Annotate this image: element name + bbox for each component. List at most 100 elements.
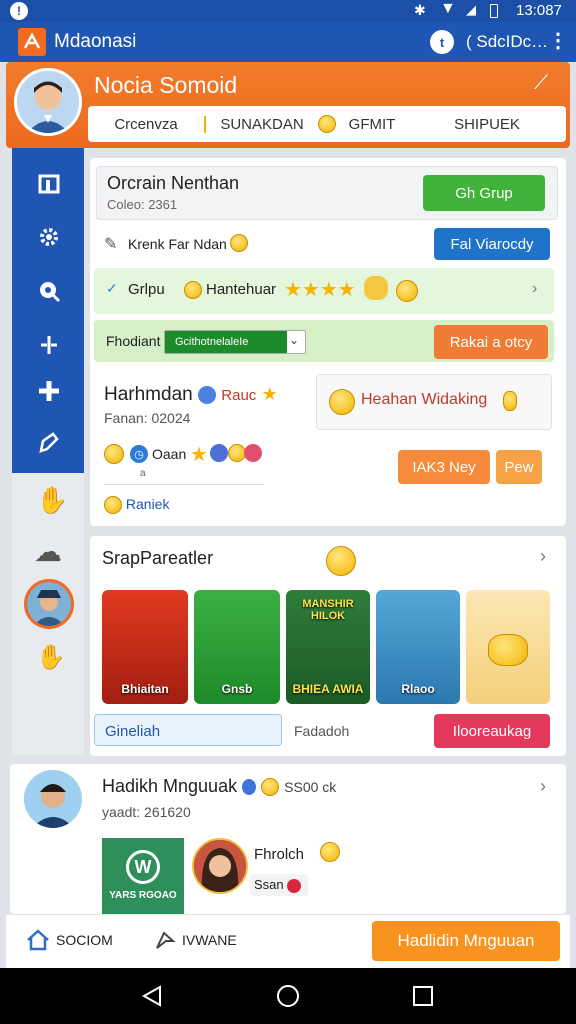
thumb-label: YARS RGOAO (109, 890, 177, 901)
divider (104, 484, 264, 485)
trophy-icon (364, 276, 388, 300)
get-group-button[interactable]: Gh Grup (423, 175, 545, 211)
group-card: Orcrain Nenthan Coleo: 2361 Gh Grup (96, 166, 558, 220)
coin-icon (104, 444, 124, 464)
callout-box[interactable]: Heahan Widaking (316, 374, 552, 430)
rewards-label-2: Hantehuar (206, 281, 277, 298)
sidebar-item-edit[interactable] (36, 430, 62, 456)
post-author: Hadikh Mnguuak SS00 ck (102, 776, 337, 797)
tile-top-label: MANSHIR HILOK (302, 598, 354, 622)
verified-icon (198, 385, 216, 404)
chevron-right-icon[interactable]: › (540, 546, 546, 567)
back-icon[interactable] (140, 984, 164, 1008)
game-tile-5[interactable] (466, 590, 550, 704)
overflow-menu-icon[interactable]: ⋮ (548, 28, 568, 53)
home-icon (27, 929, 49, 951)
member-chips: ◷ Oaan ★ (104, 442, 284, 468)
cta-button[interactable]: Hadlidin Mnguuan (372, 921, 560, 961)
appbar-right-label[interactable]: ( ЅdcIDc… (466, 32, 548, 52)
app-title: Mdaonasi (54, 31, 137, 52)
bottom-action-bar: SOCIOM IVWANE Hadlidin Mnguuan (6, 914, 570, 968)
share-tab[interactable]: IVWANE (154, 929, 237, 951)
select-dropdown[interactable]: GcithotnelaleIe ⌄ (164, 330, 306, 354)
coin-icon (184, 281, 202, 299)
game-tile-3[interactable]: MANSHIR HILOK BHIEA AWIA (286, 590, 370, 704)
star-icon: ★ (261, 384, 278, 404)
share-icon (156, 931, 176, 949)
thumbs-up-icon[interactable]: ✋ (36, 485, 68, 516)
chevron-right-icon[interactable]: › (540, 776, 546, 797)
chip-label: Oaan (152, 446, 187, 462)
select-value: GcithotnelaleIe (165, 331, 287, 353)
section-input-value: Gineliah (105, 723, 161, 740)
star-icon: ★ (190, 444, 208, 466)
iak-button[interactable]: IAK3 Ney (398, 450, 490, 484)
chip-caption: a (140, 468, 146, 479)
badge-icon[interactable]: ✋ (36, 643, 66, 672)
callout-label: Heahan Widaking (361, 391, 488, 408)
person-avatar[interactable] (192, 838, 248, 894)
home-button-icon[interactable] (276, 984, 300, 1008)
rakai-button[interactable]: Rakai a otcy (434, 325, 548, 359)
post-thumbnail[interactable]: W YARS RGOAO (102, 838, 184, 914)
cloud-icon[interactable]: ☁ (34, 535, 62, 568)
section-button[interactable]: Ilooreaukag (434, 714, 550, 748)
profile-chip-icon[interactable]: t (430, 30, 454, 54)
profile-avatar[interactable] (14, 68, 82, 136)
wifi-icon: ▼ (440, 0, 456, 17)
coin-icon (230, 234, 248, 252)
tools-icon (41, 336, 57, 354)
post-avatar[interactable] (24, 770, 82, 828)
verified-icon (242, 779, 257, 796)
raniek-link[interactable]: Raniek (104, 496, 169, 515)
post-date: yaadt: 261620 (102, 804, 191, 820)
coin-icon (396, 280, 418, 302)
row-krenk-label: Krenk Far Ndan (128, 236, 227, 252)
heart-icon (210, 444, 228, 462)
app-logo-icon (18, 28, 46, 56)
gear-icon (40, 228, 58, 246)
edit-icon (39, 432, 59, 453)
plus-icon (39, 381, 59, 401)
app-bar: Mdaonasi t ( ЅdcIDc… ⋮ (0, 22, 576, 62)
rewards-row[interactable]: ✓ Grlpu Hantehuar ★★★★ › (94, 268, 554, 314)
signal-icon: ◢ (466, 2, 476, 17)
member-badge: Rauc (221, 387, 257, 404)
user-avatar[interactable] (24, 579, 74, 629)
coin-icon (326, 546, 356, 576)
section-middle-text: Fadadoh (294, 723, 350, 739)
section-input[interactable]: Gineliah (94, 714, 282, 746)
chevron-right-icon[interactable]: › (532, 280, 537, 298)
dashboard-icon (38, 174, 60, 194)
recents-icon[interactable] (412, 985, 434, 1007)
coin-icon (320, 842, 340, 862)
select-row: Fhodiant GcithotnelaleIe ⌄ Rakai a otcy (94, 320, 554, 362)
home-tab[interactable]: SOCIOM (26, 929, 113, 951)
game-tile-1[interactable]: Bhiaitan (102, 590, 188, 704)
pew-button[interactable]: Pew (496, 450, 542, 484)
coin-icon (104, 496, 122, 515)
sidebar-item-dashboard[interactable] (36, 170, 62, 196)
fal-button[interactable]: Fal Viarocdy (434, 228, 550, 260)
sidebar-lower: ✋ ☁ ✋ (12, 473, 84, 755)
profile-tabs: Crcenvza SUNAKDAN GFMIT SHIPUEK (88, 106, 566, 142)
notification-icon: ! (10, 2, 28, 20)
sidebar (12, 148, 84, 473)
sidebar-item-add[interactable] (36, 378, 62, 404)
edit-icon: ✎ (104, 236, 118, 253)
sidebar-item-search[interactable] (36, 278, 62, 304)
game-tile-2[interactable]: Gnsb (194, 590, 280, 704)
game-tile-4[interactable]: Rlaoo (376, 590, 460, 704)
heart-icon (244, 444, 262, 462)
tab-shipuek[interactable]: SHIPUEK (408, 116, 566, 133)
coin-icon (318, 115, 336, 133)
post-badge: SS00 ck (284, 779, 337, 795)
tab-gfmit[interactable]: GFMIT (336, 116, 408, 133)
tab-sunakdan[interactable]: SUNAKDAN (206, 116, 318, 133)
close-icon[interactable]: ⟋ (534, 72, 548, 95)
group-title: Orcrain Nenthan (107, 173, 240, 193)
sidebar-item-settings[interactable] (36, 224, 62, 250)
star-icon: ★★★★ (284, 279, 356, 301)
sidebar-item-tools[interactable] (36, 332, 62, 358)
tab-crcenvza[interactable]: Crcenvza (88, 115, 206, 133)
